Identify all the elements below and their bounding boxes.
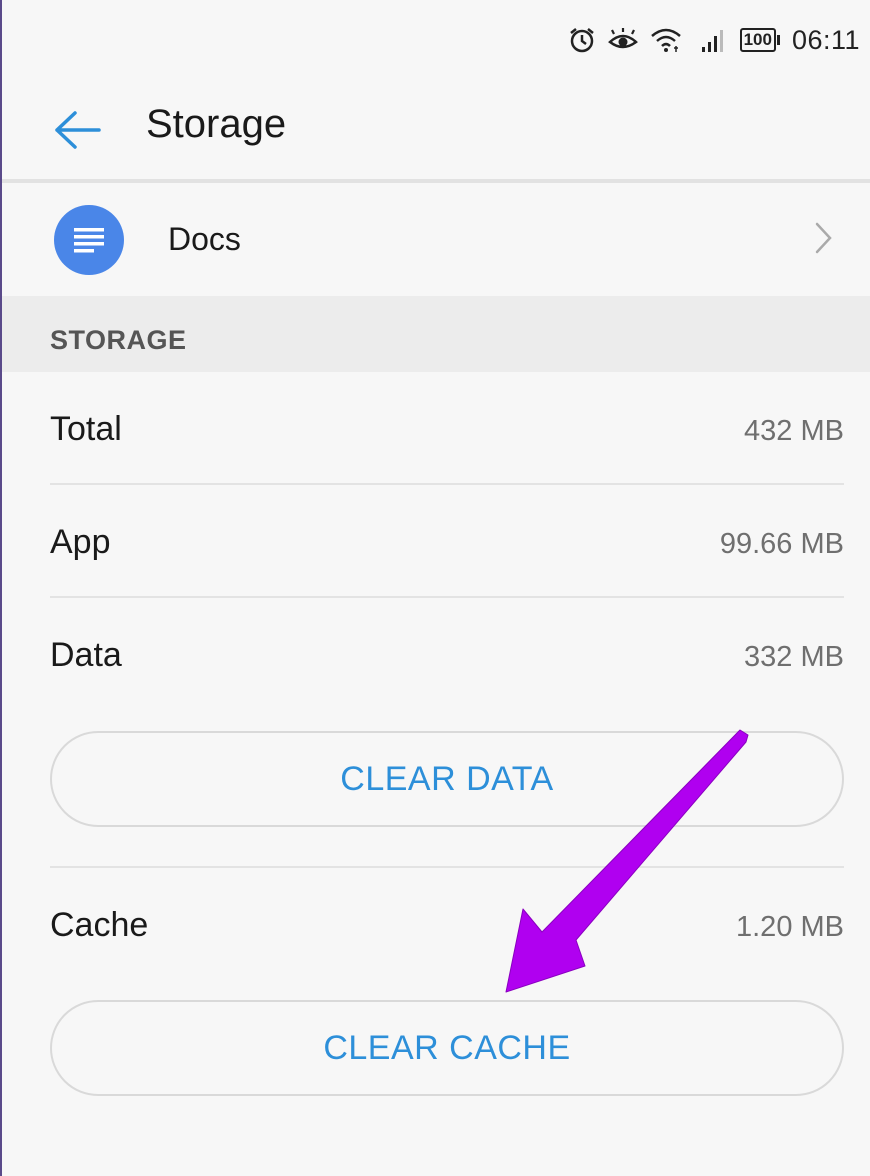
clear-cache-button[interactable]: CLEAR CACHE: [50, 1000, 844, 1096]
cache-value: 1.20 MB: [736, 911, 844, 943]
status-time: 06:11: [791, 24, 860, 55]
total-row: Total 432 MB: [50, 372, 844, 484]
section-header-label: STORAGE: [50, 325, 187, 355]
data-value: 332 MB: [744, 641, 844, 673]
app-name: Docs: [168, 221, 241, 257]
battery-icon: 100: [739, 28, 780, 52]
status-bar: 100 06:11: [2, 0, 870, 80]
back-arrow-icon: [55, 111, 101, 149]
total-value: 432 MB: [744, 415, 844, 447]
app-info-row[interactable]: Docs: [2, 183, 870, 296]
app-bar: Storage: [2, 80, 870, 180]
wifi-icon: [650, 26, 682, 54]
alarm-icon: [568, 26, 596, 54]
battery-level: 100: [739, 28, 776, 52]
eye-icon: [607, 26, 638, 54]
data-row: Data 332 MB: [50, 598, 844, 710]
chevron-right-icon: [814, 221, 834, 260]
docs-icon: [54, 205, 124, 275]
app-size-row: App 99.66 MB: [50, 485, 844, 597]
app-size-value: 99.66 MB: [719, 528, 844, 560]
back-button[interactable]: [48, 102, 106, 158]
signal-icon: [700, 27, 728, 53]
section-header: STORAGE: [2, 296, 870, 372]
cache-label: Cache: [50, 906, 149, 944]
clear-data-button[interactable]: CLEAR DATA: [50, 731, 844, 827]
total-label: Total: [50, 410, 122, 448]
page-title: Storage: [146, 102, 287, 146]
cache-row: Cache 1.20 MB: [50, 868, 844, 980]
app-size-label: App: [50, 523, 111, 561]
data-label: Data: [50, 636, 122, 674]
